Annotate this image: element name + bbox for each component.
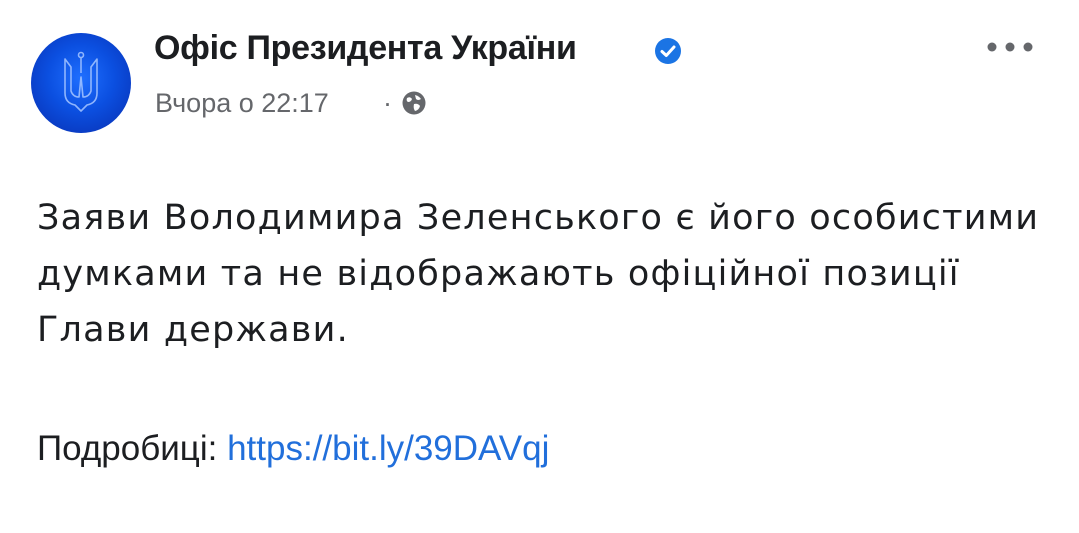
post-text: Заяви Володимира Зеленського є його особ… (37, 198, 1040, 350)
more-options-icon[interactable] (985, 36, 1035, 58)
globe-icon[interactable] (400, 89, 428, 117)
page-avatar[interactable] (31, 33, 131, 133)
details-line: Подробиці: https://bit.ly/39DAVqj (37, 427, 549, 471)
details-label: Подробиці: (37, 429, 218, 468)
coat-of-arms-icon (64, 51, 98, 112)
meta-separator: · (383, 88, 392, 118)
verified-badge-icon (655, 38, 681, 64)
details-link[interactable]: https://bit.ly/39DAVqj (227, 429, 549, 468)
post-timestamp[interactable]: Вчора о 22:17 (155, 86, 329, 120)
page-name[interactable]: Офіс Президента України (154, 28, 577, 68)
facebook-post: Офіс Президента України Вчора о 22:17 · … (0, 0, 1079, 533)
